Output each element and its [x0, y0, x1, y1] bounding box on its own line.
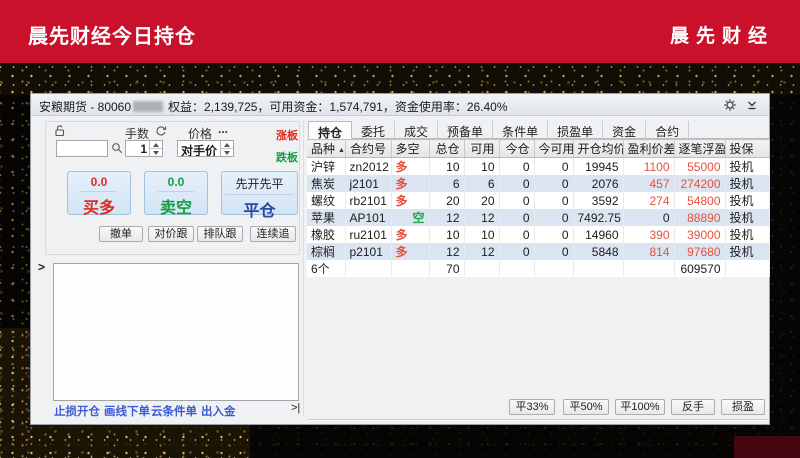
- close-position-button[interactable]: 先开先平 平仓: [221, 171, 298, 220]
- glitter-band: [0, 63, 800, 95]
- magnifier-icon[interactable]: [111, 142, 124, 158]
- funds-summary: 权益：2,139,725，可用资金：1,574,791，资金使用率：26.40%: [168, 100, 508, 114]
- tab-condition[interactable]: 条件单: [493, 121, 549, 139]
- account-redacted: [133, 101, 164, 112]
- expand-arrow[interactable]: >: [38, 260, 45, 274]
- limit-up-button[interactable]: 涨板: [276, 127, 298, 143]
- col-avg-price[interactable]: 开仓均价: [573, 139, 624, 158]
- red-corner-block: [734, 436, 800, 458]
- unlock-icon[interactable]: [54, 124, 66, 140]
- tab-contracts[interactable]: 合约: [646, 121, 690, 139]
- follow-counter-price-button[interactable]: 对价跟: [148, 226, 194, 242]
- top-banner: 晨先财经今日持仓 晨先财经: [0, 0, 800, 63]
- tab-stop-profit-loss[interactable]: 损盈单: [548, 121, 604, 139]
- col-contract[interactable]: 合约号: [345, 139, 392, 158]
- position-row[interactable]: 棕榈 p2101 多 12 12 0 0 5848 814 97680 投机: [307, 243, 770, 260]
- lots-stepper[interactable]: 1: [125, 140, 163, 157]
- gear-icon[interactable]: [723, 98, 737, 112]
- tab-trades[interactable]: 成交: [395, 121, 439, 139]
- trading-window: 安粮期货 - 80060 权益：2,139,725，可用资金：1,574,791，…: [30, 93, 770, 425]
- col-side[interactable]: 多空: [391, 139, 430, 158]
- buy-label: 买多: [82, 200, 115, 217]
- position-row[interactable]: 沪锌 zn2012 多 10 10 0 0 19945 1100 55000 投…: [307, 157, 770, 175]
- close-100-button[interactable]: 平100%: [615, 399, 665, 415]
- account-info: 安粮期货 - 80060: [39, 100, 132, 114]
- col-profit-diff[interactable]: 盈利价差: [623, 139, 675, 158]
- contract-search-input[interactable]: [56, 140, 108, 157]
- lots-value: 1: [140, 142, 147, 156]
- deposit-withdraw-link[interactable]: 出入金: [201, 403, 236, 419]
- buy-open-button[interactable]: 0.0 买多: [67, 171, 131, 217]
- col-today-available[interactable]: 今可用: [534, 139, 574, 158]
- close-50-button[interactable]: 平50%: [563, 399, 609, 415]
- price-mode-select[interactable]: 对手价: [177, 140, 234, 157]
- screen: 晨先财经今日持仓 晨先财经 安粮期货 - 80060 权益：2,139,725，可…: [0, 0, 800, 458]
- close-33-button[interactable]: 平33%: [509, 399, 555, 415]
- price-spinner[interactable]: [220, 141, 233, 156]
- follow-queue-button[interactable]: 排队跟: [197, 226, 243, 242]
- reverse-button[interactable]: 反手: [671, 399, 715, 415]
- col-today[interactable]: 今仓: [499, 139, 535, 158]
- cloud-condition-order-link[interactable]: 云条件单: [151, 403, 197, 419]
- sort-asc-icon: ▲: [338, 147, 345, 154]
- limit-down-button[interactable]: 跌板: [276, 149, 298, 165]
- banner-title: 晨先财经今日持仓: [28, 26, 196, 48]
- price-mode-value: 对手价: [181, 144, 218, 156]
- position-row[interactable]: 焦炭 j2101 多 6 6 0 0 2076 457 274200 投机: [307, 175, 770, 192]
- spinner-down-icon[interactable]: [224, 150, 230, 155]
- stop-loss-open-link[interactable]: 止损开仓: [54, 403, 100, 419]
- spinner-up-icon[interactable]: [153, 142, 159, 147]
- stop-profit-loss-button[interactable]: 损盈: [721, 399, 765, 415]
- banner-brand: 晨先财经: [669, 26, 774, 47]
- positions-table: 品种 ▲ 合约号 多空 总仓 可用 今仓 今可用 开仓均价 盈利价差 逐笔浮盈 投…: [307, 139, 770, 277]
- positions-tabbar: 持仓 委托 成交 预备单 条件单 损盈单 资金 合约: [308, 121, 769, 140]
- col-product[interactable]: 品种 ▲: [307, 139, 346, 158]
- window-title: 安粮期货 - 80060 权益：2,139,725，可用资金：1,574,791，…: [39, 98, 508, 115]
- position-row[interactable]: 橡胶 ru2101 多 10 10 0 0 14960 390 39000 投机: [307, 226, 770, 243]
- sell-price: 0.0: [157, 175, 195, 192]
- sell-open-button[interactable]: 0.0 卖空: [144, 171, 208, 217]
- lots-spinner[interactable]: [149, 141, 162, 156]
- sell-label: 卖空: [159, 200, 192, 217]
- tab-positions[interactable]: 持仓: [308, 121, 353, 140]
- buy-price: 0.0: [80, 175, 118, 192]
- collapse-icon[interactable]: [745, 98, 759, 112]
- close-label: 平仓: [243, 203, 276, 220]
- order-list-box[interactable]: [53, 263, 299, 401]
- col-hedge[interactable]: 投保: [725, 139, 770, 158]
- panel-divider: [303, 120, 304, 416]
- col-total[interactable]: 总仓: [429, 139, 465, 158]
- glitter-left-strip: [0, 63, 32, 458]
- tab-orders[interactable]: 委托: [352, 121, 396, 139]
- col-float-profit[interactable]: 逐笔浮盈: [674, 139, 726, 158]
- position-row[interactable]: 螺纹 rb2101 多 20 20 0 0 3592 274 54800 投机: [307, 192, 770, 209]
- col-available[interactable]: 可用: [464, 139, 500, 158]
- position-row[interactable]: 苹果 AP101 空 12 12 0 0 7492.75 0 88890 投机: [307, 209, 770, 226]
- spinner-down-icon[interactable]: [153, 150, 159, 155]
- close-mode: 先开先平: [225, 175, 294, 195]
- cancel-order-button[interactable]: 撤单: [99, 226, 143, 242]
- cycle-icon[interactable]: [155, 125, 167, 140]
- table-header-row: 品种 ▲ 合约号 多空 总仓 可用 今仓 今可用 开仓均价 盈利价差 逐笔浮盈 投…: [307, 139, 770, 158]
- spinner-up-icon[interactable]: [224, 142, 230, 147]
- bottom-divider: [307, 419, 769, 421]
- window-titlebar[interactable]: 安粮期货 - 80060 权益：2,139,725，可用资金：1,574,791，…: [31, 94, 769, 116]
- links-more-arrow[interactable]: >|: [291, 402, 300, 414]
- price-more-button[interactable]: ...: [218, 122, 228, 136]
- tab-prebook[interactable]: 预备单: [438, 121, 494, 139]
- chase-order-button[interactable]: 连续追: [250, 226, 296, 242]
- draw-line-order-link[interactable]: 画线下单: [104, 403, 150, 419]
- tab-funds[interactable]: 资金: [603, 121, 647, 139]
- summary-row: 6个 70 609570: [307, 260, 770, 277]
